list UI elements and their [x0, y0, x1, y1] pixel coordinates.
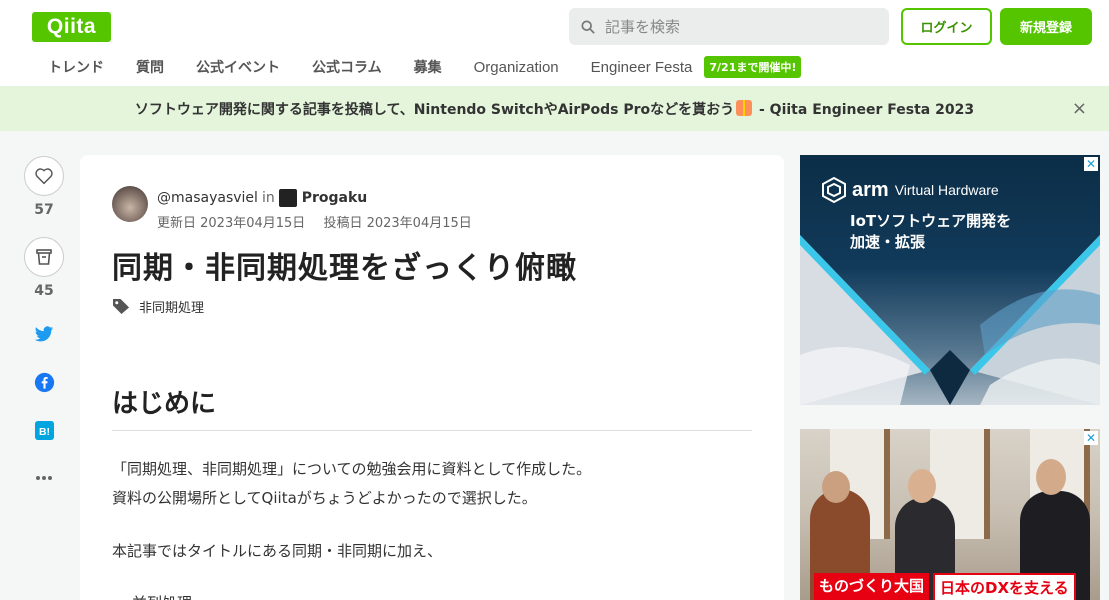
- heart-icon: [35, 168, 53, 185]
- organization-icon[interactable]: [278, 189, 297, 207]
- nav-trend[interactable]: トレンド: [32, 57, 120, 77]
- like-count: 57: [34, 202, 54, 218]
- paragraph-2: 資料の公開場所としてQiitaがちょうどよかったので選択した。: [112, 489, 537, 507]
- search-input[interactable]: [605, 17, 875, 36]
- signup-button[interactable]: 新規登録: [1000, 8, 1092, 45]
- search-box[interactable]: [569, 8, 889, 45]
- site-header: Qiita ログイン 新規登録 トレンド 質問 公式イベント 公式コラム 募集 …: [0, 0, 1109, 86]
- hatena-share[interactable]: B!: [33, 419, 55, 441]
- nav-questions[interactable]: 質問: [120, 57, 180, 77]
- ad-brand: arm: [852, 178, 889, 201]
- ad-background-art: [800, 235, 1100, 405]
- nav-official-events[interactable]: 公式イベント: [180, 57, 296, 77]
- ad-photo-face: [908, 469, 936, 503]
- ad-caption: ものづくり大国 日本のDXを支える: [814, 573, 1076, 600]
- ad-copy: IoTソフトウェア開発を 加速・拡張: [850, 212, 1012, 251]
- login-button[interactable]: ログイン: [901, 8, 992, 45]
- qiita-logo[interactable]: Qiita: [32, 12, 111, 42]
- author-line: @masayasviel in Progaku: [157, 189, 367, 207]
- hexagon-icon: [822, 177, 846, 203]
- nav-recruit[interactable]: 募集: [398, 57, 458, 77]
- ad-dx-interview[interactable]: ものづくり大国 日本のDXを支える ✕: [800, 429, 1100, 600]
- nav-engineer-festa[interactable]: Engineer Festa: [575, 59, 709, 76]
- paragraph-3: 本記事ではタイトルにある同期・非同期に加え、: [112, 542, 443, 560]
- nav-organization[interactable]: Organization: [458, 59, 575, 76]
- author-name[interactable]: @masayasviel: [157, 190, 258, 206]
- ad-choices-icon[interactable]: ✕: [1084, 157, 1098, 171]
- like-button[interactable]: [24, 156, 64, 196]
- more-icon: [36, 476, 52, 480]
- hatena-bookmark-icon: B!: [34, 420, 54, 440]
- paragraph-1: 「同期処理、非同期処理」についての勉強会用に資料として作成した。: [112, 460, 592, 478]
- author-in: in: [261, 190, 275, 206]
- facebook-share[interactable]: [33, 371, 55, 393]
- ad-arm-virtual-hardware[interactable]: arm Virtual Hardware IoTソフトウェア開発を 加速・拡張 …: [800, 155, 1100, 405]
- more-share[interactable]: [33, 467, 55, 489]
- ad-photo-face: [1036, 459, 1066, 495]
- like-action: 57: [24, 156, 64, 218]
- posted-date: 投稿日 2023年04月15日: [323, 216, 472, 231]
- list-item: 並列処理: [132, 592, 192, 600]
- arm-logo: arm Virtual Hardware: [822, 177, 999, 203]
- article-card: @masayasviel in Progaku 更新日 2023年04月15日 …: [80, 155, 784, 600]
- article-title: 同期・非同期処理をざっくり俯瞰: [112, 251, 577, 286]
- ad-caption-2: 日本のDXを支える: [933, 573, 1076, 600]
- announcement-banner[interactable]: ソフトウェア開発に関する記事を投稿して、Nintendo SwitchやAirP…: [0, 86, 1109, 131]
- nav-official-columns[interactable]: 公式コラム: [296, 57, 398, 77]
- banner-text: ソフトウェア開発に関する記事を投稿して、Nintendo SwitchやAirP…: [134, 99, 975, 118]
- ad-caption-1: ものづくり大国: [814, 573, 930, 600]
- stock-button[interactable]: [24, 237, 64, 277]
- close-icon[interactable]: ×: [1072, 98, 1087, 119]
- section-heading: はじめに: [112, 383, 752, 431]
- ad-photo-face: [822, 471, 850, 503]
- stock-action: 45: [24, 237, 64, 299]
- organization-name[interactable]: Progaku: [302, 190, 368, 206]
- twitter-share[interactable]: [33, 323, 55, 345]
- tag-icon: [113, 298, 130, 315]
- svg-text:B!: B!: [38, 426, 49, 437]
- main-nav: トレンド 質問 公式イベント 公式コラム 募集 Organization Eng…: [32, 52, 802, 82]
- article-dates: 更新日 2023年04月15日 投稿日 2023年04月15日: [157, 212, 486, 231]
- stock-icon: [36, 249, 52, 265]
- search-icon: [581, 19, 595, 34]
- event-badge: 7/21まで開催中!: [704, 56, 802, 78]
- tag-list: 非同期処理: [112, 297, 204, 316]
- twitter-icon: [34, 325, 54, 341]
- updated-date: 更新日 2023年04月15日: [157, 216, 306, 231]
- ad-product: Virtual Hardware: [894, 182, 999, 198]
- ad-choices-icon[interactable]: ✕: [1084, 431, 1098, 445]
- facebook-icon: [34, 372, 54, 392]
- author-avatar[interactable]: [112, 186, 148, 222]
- gift-icon: [736, 99, 753, 116]
- stock-count: 45: [34, 283, 54, 299]
- tag-item[interactable]: 非同期処理: [139, 297, 204, 316]
